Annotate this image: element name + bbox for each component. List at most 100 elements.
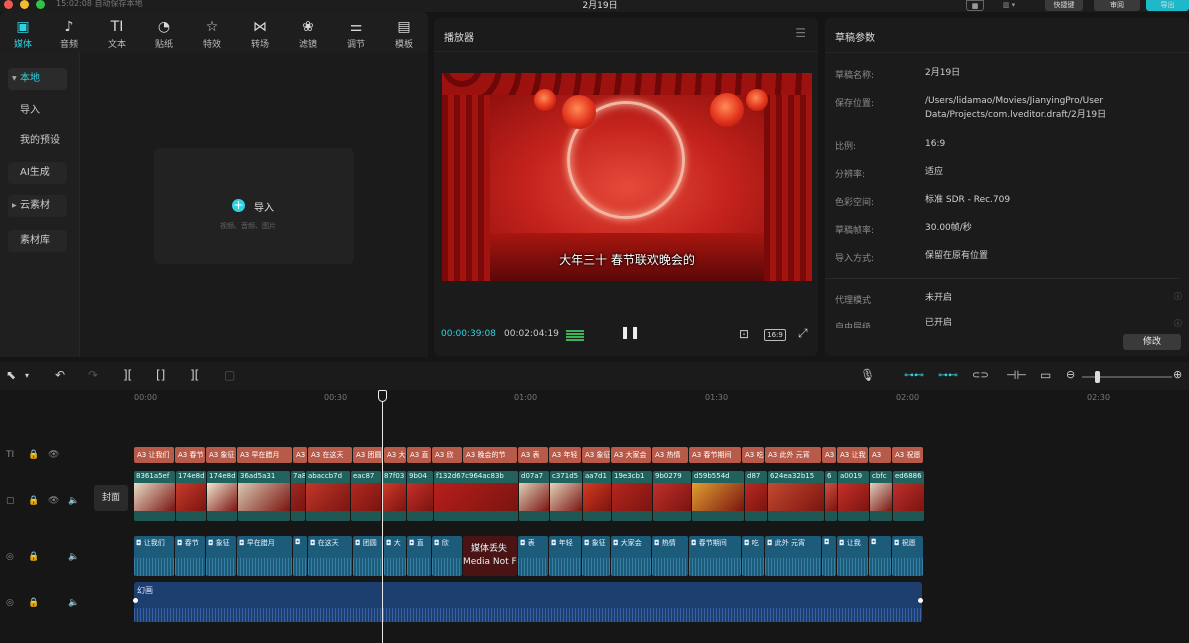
select-tool-icon[interactable]: ⬉ (6, 368, 16, 382)
voice-clip[interactable]: ◘ 直 (407, 536, 431, 576)
video-clip[interactable]: ed6886 (893, 471, 924, 521)
video-clip[interactable]: 19e3cb1 (612, 471, 652, 521)
playhead-handle[interactable] (378, 390, 387, 402)
tool-sticker[interactable]: ◔ 贴纸 (141, 18, 187, 50)
text-clip[interactable]: A3 让我 (837, 447, 868, 463)
video-clip[interactable]: a0019 (838, 471, 869, 521)
tool-text[interactable]: TI 文本 (94, 18, 140, 50)
minimize-window-button[interactable] (20, 0, 29, 9)
close-window-button[interactable] (4, 0, 13, 9)
pause-button[interactable]: ❚❚ (620, 325, 640, 339)
text-clip[interactable]: A3 团圆 (353, 447, 383, 463)
text-clip[interactable]: A3 晚会的节 (463, 447, 517, 463)
text-clip[interactable]: A3 表 (518, 447, 548, 463)
review-button[interactable]: 审阅 (1094, 0, 1140, 11)
video-clip[interactable]: 8361a5ef (134, 471, 175, 521)
trim-right-icon[interactable]: ][ (190, 368, 199, 382)
main-track-magnet-icon[interactable]: ⊶⊷ (904, 370, 924, 381)
sidebar-item-library[interactable]: 素材库 (8, 230, 67, 252)
text-clip[interactable]: A3 象征 (206, 447, 236, 463)
text-clip[interactable]: A3 年轻 (549, 447, 581, 463)
video-clip[interactable]: 174e8d (176, 471, 206, 521)
tool-adjust[interactable]: ⚌ 调节 (333, 18, 379, 50)
layout-icon[interactable]: ▦ (966, 0, 984, 11)
lock-icon[interactable]: 🔒 (28, 496, 39, 506)
preview-axis-icon[interactable]: ⊣⊢ (1006, 368, 1027, 382)
voice-clip[interactable]: ◘ 大家会 (611, 536, 651, 576)
voice-clip[interactable]: ◘ 此外 元宵 (765, 536, 821, 576)
missing-media-clip[interactable]: 媒体丢失 Media Not Found (463, 536, 517, 576)
video-clip[interactable]: abaccb7d (306, 471, 350, 521)
lock-icon[interactable]: 🔒 (28, 450, 39, 460)
shortcut-button[interactable]: 快捷键 (1045, 0, 1083, 11)
tool-audio[interactable]: ♪ 音频 (46, 18, 92, 50)
eye-icon[interactable]: 👁 (48, 496, 59, 506)
text-clip[interactable]: A3 春节期间 (689, 447, 741, 463)
voice-clip[interactable]: ◘ 祝愿 (892, 536, 923, 576)
delete-icon[interactable]: ▢ (224, 368, 235, 382)
tool-template[interactable]: ▤ 模板 (381, 18, 427, 50)
text-clip[interactable]: A3 春节 (175, 447, 205, 463)
sidebar-item-import[interactable]: 导入 (8, 100, 67, 122)
video-clip[interactable]: 624ea32b15 (768, 471, 824, 521)
zoom-slider-knob[interactable] (1095, 371, 1100, 383)
lock-icon[interactable]: 🔒 (28, 552, 39, 562)
sidebar-item-ai-generate[interactable]: AI生成 (8, 162, 67, 184)
voice-clip[interactable]: ◘ 象征 (582, 536, 610, 576)
text-clip[interactable]: A3 祝愿 (892, 447, 923, 463)
text-clip[interactable]: A3 吃 (742, 447, 764, 463)
auto-snap-icon[interactable]: ⊶⊷ (938, 370, 958, 381)
clip-end-handle[interactable] (918, 598, 923, 603)
voice-clip[interactable]: ◘ 让我 (837, 536, 868, 576)
link-icon[interactable]: ⊂⊃ (972, 370, 989, 381)
speaker-icon[interactable]: 🔈 (68, 598, 79, 608)
cover-button[interactable]: 封面 (94, 485, 128, 511)
voice-clip[interactable]: ◘ 春节期间 (689, 536, 741, 576)
tool-filter[interactable]: ❀ 滤镜 (285, 18, 331, 50)
sidebar-item-local[interactable]: ▼ 本地 (8, 68, 67, 90)
clip-start-handle[interactable] (133, 598, 138, 603)
video-clip[interactable]: d59b554d (692, 471, 744, 521)
voice-clip[interactable]: ◘ (869, 536, 891, 576)
fullscreen-icon[interactable]: ⤢ (798, 326, 808, 341)
voice-clip[interactable]: ◘ (822, 536, 836, 576)
aspect-ratio-button[interactable]: 16:9 (764, 329, 786, 341)
voice-clip[interactable]: ◘ 在这天 (308, 536, 352, 576)
music-clip[interactable]: 幻画 (133, 582, 923, 622)
tool-transition[interactable]: ⋈ 转场 (237, 18, 283, 50)
video-clip[interactable]: cbfc (870, 471, 892, 521)
undo-icon[interactable]: ↶ (55, 368, 65, 382)
voice-clip[interactable]: ◘ 吃 (742, 536, 764, 576)
video-clip[interactable]: c371d5 (550, 471, 582, 521)
video-clip[interactable]: f132d67c964ac83b (434, 471, 518, 521)
text-clip[interactable]: A3 象征 (582, 447, 610, 463)
voice-clip[interactable]: ◘ 早在腊月 (237, 536, 292, 576)
video-clip[interactable]: 9b0279 (653, 471, 691, 521)
menu-icon[interactable]: ☰ (795, 26, 806, 40)
text-clip[interactable]: A3 祈 (822, 447, 836, 463)
speaker-icon[interactable]: 🔈 (68, 496, 79, 506)
help-icon[interactable]: ⓘ (1174, 291, 1182, 302)
text-clip[interactable]: A3 (869, 447, 891, 463)
voice-clip[interactable]: ◘ 团圆 (353, 536, 383, 576)
sidebar-item-my-presets[interactable]: 我的预设 (8, 130, 67, 152)
video-clip[interactable]: eac87 (351, 471, 381, 521)
text-clip[interactable]: A3 热情 (652, 447, 688, 463)
chevron-down-icon[interactable]: ▾ (25, 371, 29, 380)
video-clip[interactable]: d87 (745, 471, 767, 521)
video-clip[interactable]: 87f03 (382, 471, 406, 521)
text-clip[interactable]: A3 此外 元宵 (765, 447, 821, 463)
layout-menu-icon[interactable]: ▥ ▾ (996, 0, 1022, 11)
voice-clip[interactable]: ◘ 表 (518, 536, 548, 576)
maximize-window-button[interactable] (36, 0, 45, 9)
voice-clip[interactable]: ◘ 大 (384, 536, 406, 576)
text-clip[interactable]: A3 7a (293, 447, 307, 463)
voice-clip[interactable]: ◘ (293, 536, 307, 576)
export-button[interactable]: 导出 (1146, 0, 1189, 11)
text-clip[interactable]: A3 让我们 (134, 447, 174, 463)
video-preview[interactable]: 大年三十 春节联欢晚会的 (442, 73, 812, 281)
video-clip[interactable]: aa7d1 (583, 471, 611, 521)
import-dropzone[interactable]: + 导入 视频、音频、图片 (154, 148, 354, 264)
voice-clip[interactable]: ◘ 春节 (175, 536, 205, 576)
video-clip[interactable]: 7a8 (291, 471, 305, 521)
